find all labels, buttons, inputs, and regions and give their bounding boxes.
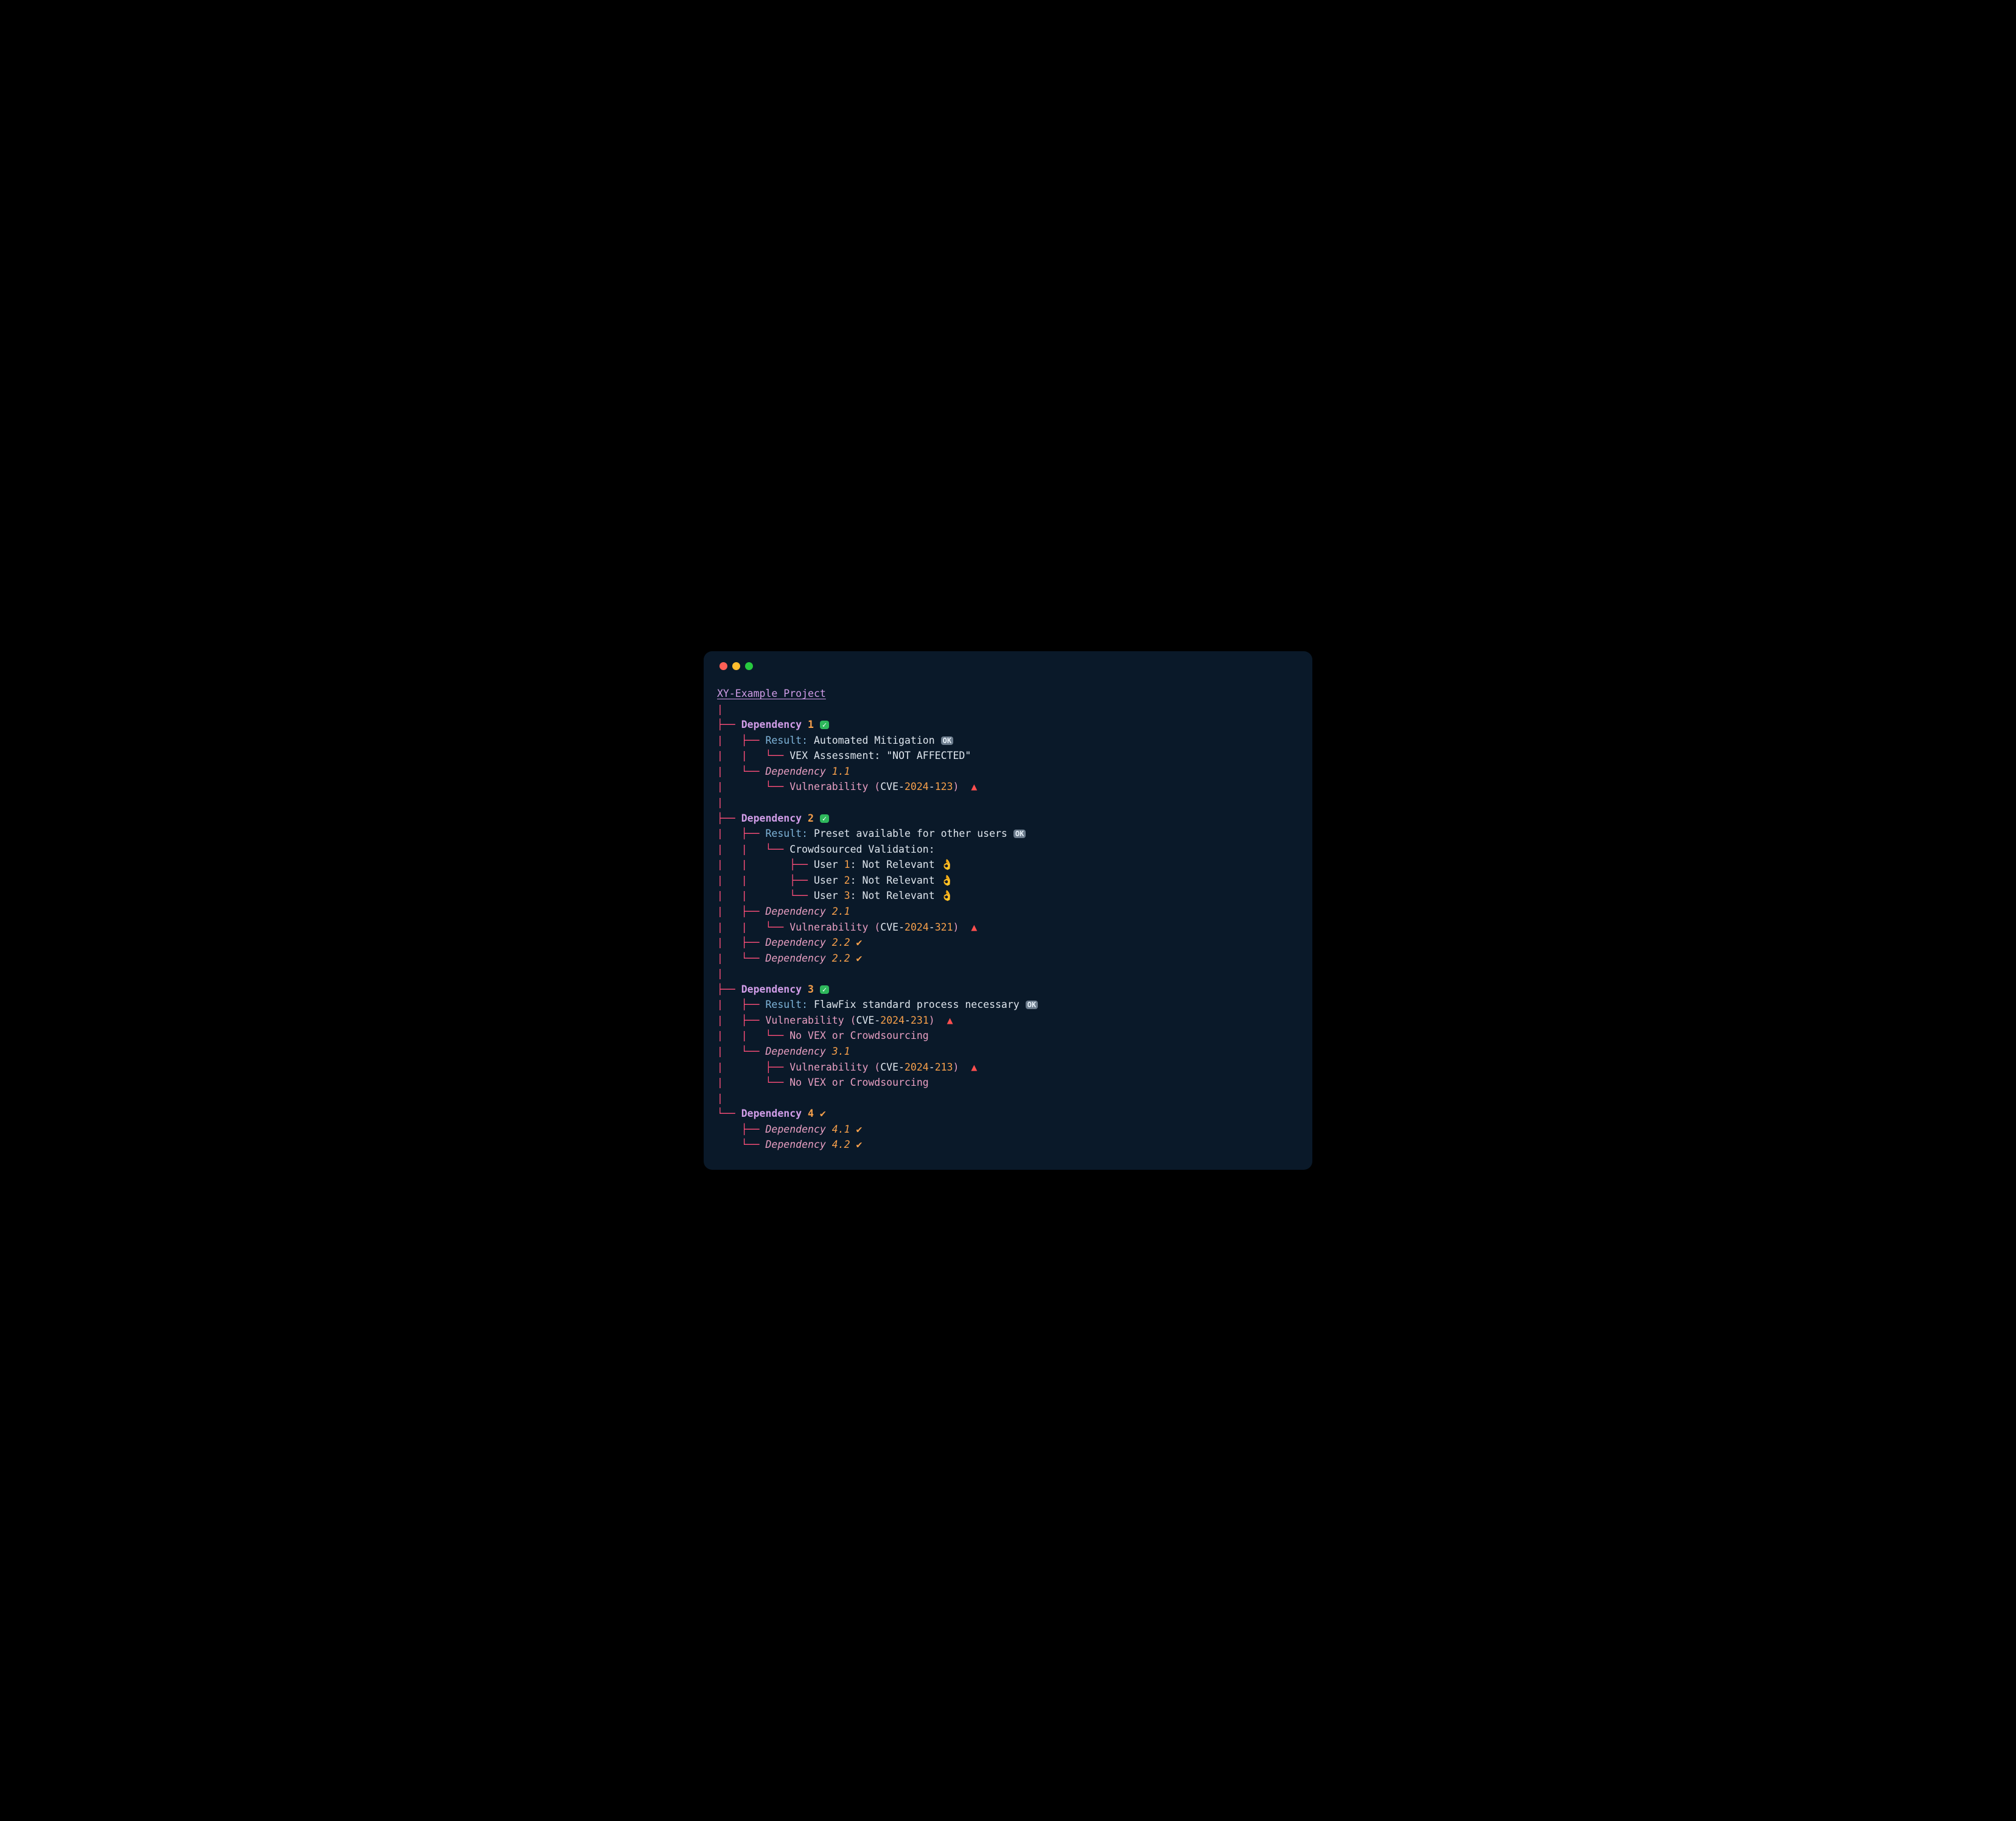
maximize-icon[interactable] [745, 662, 753, 670]
ok-icon: OK [1013, 830, 1026, 838]
warning-icon: ▲ [971, 921, 977, 933]
dep-1-result-label: Result: [766, 735, 814, 746]
dep-3-1-num: 3.1 [832, 1046, 850, 1057]
okhand-icon: 👌 [941, 875, 954, 886]
minimize-icon[interactable] [732, 662, 740, 670]
dep-1-1-vuln: Vulnerability ( [789, 781, 880, 792]
dep-3-1-no-vex: No VEX or Crowdsourcing [789, 1077, 928, 1088]
dep-2-1-vuln: Vulnerability ( [789, 921, 880, 933]
dep-2-result-label: Result: [766, 828, 814, 839]
dep-2-3-label: Dependency [766, 952, 832, 964]
check-icon: ✓ [820, 985, 829, 994]
dep-3-result-label: Result: [766, 999, 814, 1010]
ok-icon: OK [941, 736, 953, 745]
check-icon: ✓ [820, 721, 829, 729]
user-2-verdict: Not Relevant [862, 875, 940, 886]
warning-icon: ▲ [971, 1061, 977, 1073]
tick-icon: ✔ [856, 937, 863, 948]
tick-icon: ✔ [856, 1124, 863, 1135]
dep-1-result-value: Automated Mitigation [814, 735, 941, 746]
project-title: XY-Example Project [717, 688, 826, 699]
warning-icon: ▲ [947, 1015, 953, 1026]
dep-4-1-label: Dependency [766, 1124, 832, 1135]
dep-2-2-label: Dependency [766, 937, 832, 948]
dep-3-vuln: Vulnerability ( [766, 1015, 856, 1026]
check-icon: ✓ [820, 814, 829, 823]
okhand-icon: 👌 [941, 859, 954, 870]
window-controls [717, 662, 1299, 670]
dep-2-crowd-label: Crowdsourced Validation: [789, 844, 934, 855]
ok-icon: OK [1026, 1001, 1038, 1009]
dep-2-num: 2 [808, 813, 814, 824]
okhand-icon: 👌 [941, 890, 954, 901]
dep-1-num: 1 [808, 719, 814, 730]
dep-3-1-vuln: Vulnerability ( [789, 1061, 880, 1073]
close-icon[interactable] [719, 662, 727, 670]
dep-4-num: 4 [808, 1108, 814, 1119]
tick-icon: ✔ [856, 952, 863, 964]
dep-1-label: Dependency [741, 719, 808, 730]
dep-1-vex-label: VEX Assessment: [789, 750, 886, 761]
dep-1-vex-value: "NOT AFFECTED" [886, 750, 971, 761]
dep-3-no-vex: No VEX or Crowdsourcing [789, 1030, 928, 1041]
dep-2-result-value: Preset available for other users [814, 828, 1013, 839]
tick-icon: ✔ [856, 1139, 863, 1150]
dep-4-label: Dependency [741, 1108, 808, 1119]
user-1-verdict: Not Relevant [862, 859, 940, 870]
dep-2-1-num: 2.1 [832, 906, 850, 917]
terminal-window: XY-Example Project | ├── Dependency 1 ✓ … [704, 651, 1312, 1170]
dep-2-3-num: 2.2 [832, 952, 850, 964]
dep-3-label: Dependency [741, 984, 808, 995]
dep-2-label: Dependency [741, 813, 808, 824]
dep-4-1-num: 4.1 [832, 1124, 850, 1135]
dep-1-1-num: 1.1 [832, 766, 850, 777]
dep-1-1-label: Dependency [766, 766, 832, 777]
dep-2-2-num: 2.2 [832, 937, 850, 948]
dep-3-1-label: Dependency [766, 1046, 832, 1057]
dep-4-2-num: 4.2 [832, 1139, 850, 1150]
dependency-tree: XY-Example Project | ├── Dependency 1 ✓ … [717, 686, 1299, 1153]
dep-3-result-value: FlawFix standard process necessary [814, 999, 1026, 1010]
tick-icon: ✔ [820, 1108, 826, 1119]
dep-2-1-label: Dependency [766, 906, 832, 917]
dep-4-2-label: Dependency [766, 1139, 832, 1150]
dep-3-num: 3 [808, 984, 814, 995]
user-3-verdict: Not Relevant [862, 890, 940, 901]
warning-icon: ▲ [971, 781, 977, 792]
